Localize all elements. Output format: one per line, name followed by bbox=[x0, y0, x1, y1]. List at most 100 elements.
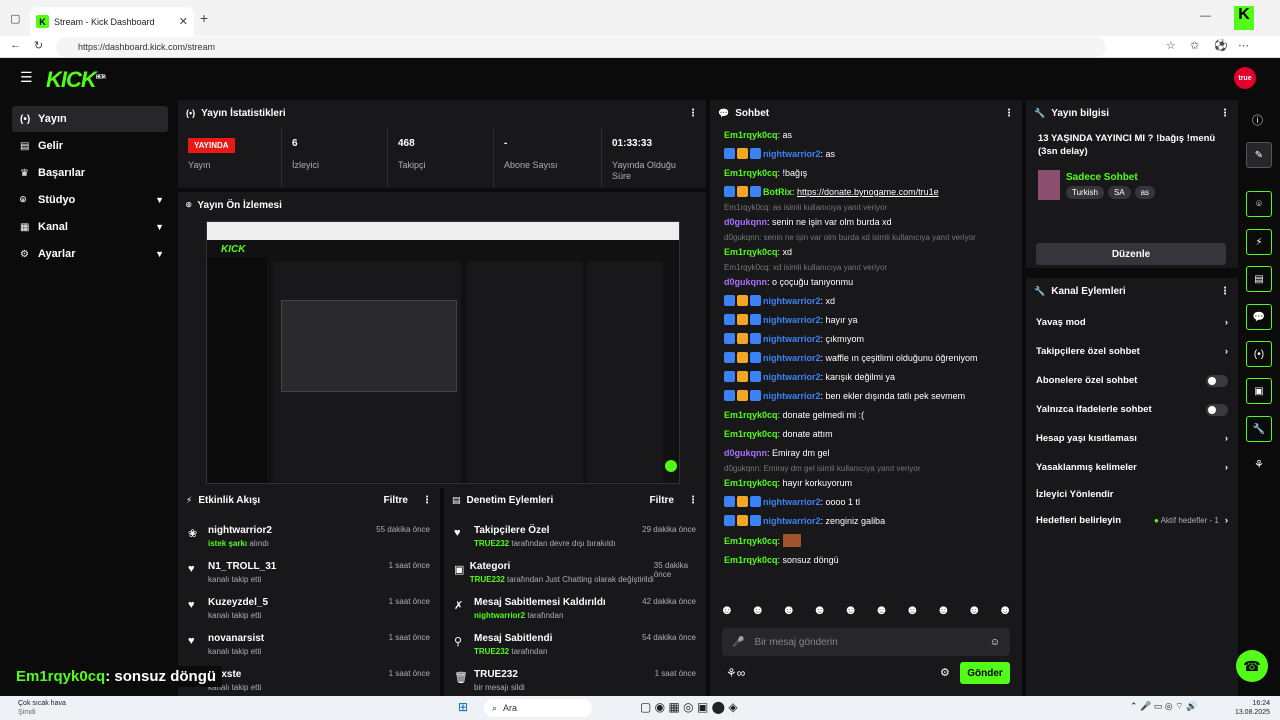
slow-mode-row[interactable]: Yavaş mod › bbox=[1026, 308, 1238, 337]
browser-tab[interactable]: K Stream - Kick Dashboard ✕ bbox=[30, 7, 194, 36]
emote-image bbox=[782, 534, 801, 547]
banned-words-row[interactable]: Yasaklanmış kelimeler › bbox=[1026, 453, 1238, 482]
account-age-row[interactable]: Hesap yaşı kısıtlaması › bbox=[1026, 424, 1238, 453]
edit-button[interactable]: Düzenle bbox=[1036, 243, 1226, 265]
hamburger-menu-icon[interactable]: ☰ bbox=[20, 69, 33, 86]
chat-text: donate gelmedi mi :( bbox=[782, 410, 865, 420]
chat-text: as bbox=[782, 130, 793, 140]
reload-icon[interactable]: ↻ bbox=[34, 39, 43, 52]
chat-message[interactable]: Em1rqyk0cq: as bbox=[710, 126, 1022, 145]
taskbar-apps[interactable]: ▢ ◉ ▦ ◎ ▣ ⬤ ◈ bbox=[640, 700, 738, 714]
chat-text: çıkmıyom bbox=[825, 334, 865, 344]
more-options-icon[interactable]: ⋮ bbox=[1220, 286, 1230, 297]
windows-start-icon[interactable]: ⊞ bbox=[458, 700, 468, 714]
chat-message[interactable]: nightwarrior2: zenginiz galiba bbox=[710, 512, 1022, 531]
list-item: ✗ Mesaj Sabitlemesi Kaldırıldı nightwarrio… bbox=[444, 591, 706, 627]
taskbar-search[interactable]: ⌕ Ara bbox=[484, 699, 592, 717]
studio-icon: ⌾ bbox=[20, 194, 26, 206]
chat-message[interactable]: Em1rqyk0cq: hayır korkuyorum bbox=[710, 474, 1022, 493]
subscribers-only-row[interactable]: Abonelere özel sohbet bbox=[1026, 366, 1238, 395]
chat-icon[interactable]: 💬 bbox=[1246, 304, 1272, 330]
chat-message[interactable]: nightwarrior2: ben ekler dışında tatlı p… bbox=[710, 387, 1022, 406]
share-icon[interactable]: ⚘ bbox=[1254, 458, 1264, 471]
sidebar-item-ayarlar[interactable]: ⚙ Ayarlar ▼ bbox=[12, 241, 168, 267]
more-options-icon[interactable]: ⋮ bbox=[688, 495, 698, 506]
sidebar-item-studyo[interactable]: ⌾ Stüdyo ▼ bbox=[12, 187, 168, 213]
kick-logo[interactable]: KICKBETA bbox=[46, 67, 106, 93]
info-icon[interactable]: ⓘ bbox=[1252, 112, 1263, 128]
chat-settings-link-icon[interactable]: ⚘∞ bbox=[726, 666, 745, 680]
favorite-star-icon[interactable]: ☆ bbox=[1166, 39, 1176, 52]
lightning-icon[interactable]: ⚡ bbox=[1246, 229, 1272, 255]
weather-widget[interactable]: Çok sıcak hava Şimdi bbox=[18, 699, 66, 717]
chat-message[interactable]: BotRix: https://donate.bynogame.com/tru1… bbox=[710, 183, 1022, 202]
chat-input[interactable]: 🎤 Bir mesaj gönderin ☺ bbox=[722, 628, 1010, 656]
chat-message[interactable]: Em1rqyk0cq: bbox=[710, 531, 1022, 551]
sidebar-item-kanal[interactable]: ▦ Kanal ▼ bbox=[12, 214, 168, 240]
stream-title: 13 YAŞINDA YAYINCI MI ? !bağış !menü (3s… bbox=[1038, 133, 1216, 157]
more-options-icon[interactable]: ⋮ bbox=[1004, 108, 1014, 119]
url-field[interactable]: https://dashboard.kick.com/stream bbox=[56, 37, 1106, 57]
tab-close-icon[interactable]: ✕ bbox=[179, 15, 188, 28]
chat-message[interactable]: Em1rqyk0cq: donate attım bbox=[710, 425, 1022, 444]
chat-message[interactable]: nightwarrior2: oooo 1 tl bbox=[710, 493, 1022, 512]
heart-icon: ♥ bbox=[188, 635, 195, 647]
filter-button[interactable]: Filtre bbox=[650, 495, 674, 506]
sidebar-item-basarilar[interactable]: ♛ Başarılar bbox=[12, 160, 168, 186]
extension-icon[interactable]: ⚽ bbox=[1214, 39, 1228, 52]
chat-message[interactable]: Em1rqyk0cq: donate gelmedi mi :( bbox=[710, 406, 1022, 425]
sidebar-item-gelir[interactable]: ▤ Gelir bbox=[12, 133, 168, 159]
favorites-icon[interactable]: ✩ bbox=[1190, 39, 1199, 52]
document-icon[interactable]: ▤ bbox=[1246, 266, 1272, 292]
chat-message[interactable]: d0gukqnn: o çoçuğu tanıyonmu bbox=[710, 273, 1022, 292]
list-item: ⚲ Mesaj Sabitlendi TRUE232 tarafından 54 da… bbox=[444, 627, 706, 663]
preview-toggle-icon[interactable]: ⌾ bbox=[1246, 191, 1272, 217]
more-options-icon[interactable]: ⋮ bbox=[1220, 108, 1230, 119]
list-item: ♥ N1_TROLL_31 kanalı takip etti 1 saat önce bbox=[178, 555, 440, 591]
minimize-icon[interactable]: — bbox=[1200, 10, 1211, 22]
stat-followers: 468 Takipçi bbox=[388, 128, 494, 188]
filter-button[interactable]: Filtre bbox=[384, 495, 408, 506]
back-icon[interactable]: ← bbox=[10, 39, 21, 51]
stat-uptime: 01:33:33 Yayında Olduğu Süre bbox=[612, 138, 676, 181]
gear-icon[interactable]: ⚙ bbox=[940, 666, 950, 679]
chat-message[interactable]: nightwarrior2: as bbox=[710, 145, 1022, 164]
clock[interactable]: 16:24 13.08.2025 bbox=[1230, 699, 1270, 717]
host-row[interactable]: İzleyici Yönlendir bbox=[1026, 482, 1238, 506]
user-avatar[interactable]: true bbox=[1234, 67, 1256, 89]
emote-bar[interactable]: ☻ ☻ ☻ ☻ ☻ ☻ ☻ ☻ ☻ ☻ bbox=[720, 602, 1012, 624]
chat-message[interactable]: Em1rqyk0cq: sonsuz döngü bbox=[710, 551, 1022, 570]
chat-username: Em1rqyk0cq bbox=[724, 168, 778, 178]
followers-only-row[interactable]: Takipçilere özel sohbet › bbox=[1026, 337, 1238, 366]
chat-message[interactable]: d0gukqnn: Emiray dm gel bbox=[710, 444, 1022, 463]
user-badge-icon bbox=[750, 352, 761, 363]
broadcast-icon[interactable]: (•) bbox=[1246, 341, 1272, 367]
chat-message[interactable]: Em1rqyk0cq: xd bbox=[710, 243, 1022, 262]
category-name[interactable]: Sadece Sohbet bbox=[1066, 172, 1138, 183]
chat-message[interactable]: d0gukqnn: senin ne işin var olm burda xd bbox=[710, 213, 1022, 232]
more-menu-icon[interactable]: ⋯ bbox=[1238, 39, 1249, 52]
broadcast-icon: (•) bbox=[186, 108, 196, 118]
system-tray-icon[interactable]: ⌃ 🎤 ▭ ◎ ⌔ 🔊 bbox=[1130, 701, 1197, 712]
wallet-icon: ▤ bbox=[20, 140, 30, 152]
chat-message[interactable]: Em1rqyk0cq: !bağış bbox=[710, 164, 1022, 183]
chat-message[interactable]: nightwarrior2: xd bbox=[710, 292, 1022, 311]
more-options-icon[interactable]: ⋮ bbox=[688, 108, 698, 119]
new-tab-icon[interactable]: + bbox=[200, 10, 208, 26]
wrench-icon[interactable]: 🔧 bbox=[1246, 416, 1272, 442]
edit-pencil-icon[interactable]: ✎ bbox=[1246, 142, 1272, 168]
more-options-icon[interactable]: ⋮ bbox=[422, 495, 432, 506]
tab-actions-icon[interactable]: ▢ bbox=[10, 12, 20, 25]
sidebar-item-yayin[interactable]: (•) Yayın bbox=[12, 106, 168, 132]
camera-icon[interactable]: ▣ bbox=[1246, 378, 1272, 404]
stream-preview-video[interactable]: KICK bbox=[206, 221, 680, 484]
emotes-only-row[interactable]: Yalnızca ifadelerle sohbet bbox=[1026, 395, 1238, 424]
goals-row[interactable]: Hedefleri belirleyin ● Aktif hedefler - 1… bbox=[1026, 506, 1238, 535]
user-badge-icon bbox=[750, 186, 761, 197]
send-button[interactable]: Gönder bbox=[960, 662, 1010, 684]
chat-message[interactable]: nightwarrior2: karışık değilmi ya bbox=[710, 368, 1022, 387]
chat-message[interactable]: nightwarrior2: hayır ya bbox=[710, 311, 1022, 330]
chat-message[interactable]: nightwarrior2: waffle ın çeşitlimi olduğ… bbox=[710, 349, 1022, 368]
support-chat-icon[interactable]: ☎ bbox=[1236, 650, 1268, 682]
chat-message[interactable]: nightwarrior2: çıkmıyom bbox=[710, 330, 1022, 349]
